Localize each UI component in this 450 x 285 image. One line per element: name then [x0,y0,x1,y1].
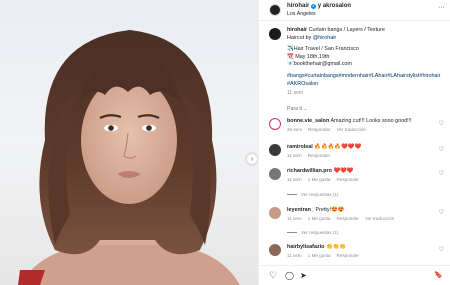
post-photo[interactable] [0,0,258,285]
commenter-avatar[interactable] [269,144,281,156]
comment: hairbylisafazio 👏👏👏 11 sem 1 Me gusta Resp… [269,244,447,264]
commenter-username[interactable]: ramiroleal [287,144,313,150]
portrait-image [18,30,240,285]
caption-line-3: ✈️Hair Travel / San Francisco [287,46,359,53]
comment-time: 11 sem [287,153,302,158]
comment: bonne.vie_salon Amazing cut!!! Looks soo… [269,118,447,138]
caption-line-5: 📧bookthehair@gmail.com [287,61,352,68]
like-comment-icon[interactable]: ♡ [439,209,444,216]
post-caption: hirohair Curtain bangs / Layers / Textur… [287,27,443,98]
like-comment-icon[interactable]: ♡ [439,246,444,253]
caption-avatar[interactable] [269,28,281,40]
caption-line-1: Curtain bangs / Layers / Texture [308,27,385,33]
more-options-icon[interactable]: ··· [438,4,445,11]
caption-time: 11 sem [287,90,304,97]
comment-text: 👏👏👏 [325,244,347,250]
author-username[interactable]: hirohair [287,3,309,9]
commenter-username[interactable]: hairbylisafazio [287,244,324,250]
next-photo-button[interactable]: › [246,153,258,165]
commenter-avatar[interactable] [269,168,281,180]
comment-text: Pretty!😍😍 [315,207,345,213]
view-replies-button[interactable]: Ver respuestas (1) [287,192,339,197]
caption-mention[interactable]: @hirohair [313,35,336,41]
commenter-avatar[interactable] [269,118,281,130]
caption-username[interactable]: hirohair [287,27,307,33]
like-comment-icon[interactable]: ♡ [439,146,444,153]
comment-time: 11 sem [287,177,302,182]
comment-text: ❤️❤️❤️ [333,168,354,174]
commenter-username[interactable]: bonne.vie_salon [287,118,329,124]
comment-icon[interactable]: ◯ [285,271,294,280]
author-avatar[interactable] [269,4,281,16]
comment: richardwillian.pro ❤️❤️❤️ 11 sem 1 Me gus… [269,168,447,188]
like-comment-icon[interactable]: ♡ [439,120,444,127]
like-comment-icon[interactable]: ♡ [439,170,444,177]
comment-text: 🔥🔥🔥🔥❤️❤️❤️ [314,144,362,150]
caption-line-4: 📆 May 18th,19th [287,53,330,60]
reply-button[interactable]: Responder [336,216,358,221]
post-location[interactable]: Los Ángeles [287,11,316,17]
translate-button[interactable]: Ver traducción [337,127,366,132]
comment-likes[interactable]: 1 Me gusta [308,253,331,258]
chevron-right-icon: › [250,155,254,163]
comment-time: 26 sem [287,127,303,132]
collaborator-username[interactable]: akrosalon [323,3,351,9]
comment-likes[interactable]: 1 Me gusta [308,177,331,182]
like-icon[interactable]: ♡ [269,271,277,280]
chevron-down-icon: ⌄ [303,106,308,112]
post-header: hirohair ✓ y akrosalon Los Ángeles ··· [259,0,450,21]
action-bar: ♡ ◯ ➤ 🔖 [259,265,450,285]
commenter-username[interactable]: leyentran_ [287,207,314,213]
reply-button[interactable]: Responder [308,127,330,132]
post-details-panel: hirohair ✓ y akrosalon Los Ángeles ··· h… [258,0,450,285]
caption-line-2: Haircut by [287,34,313,41]
translate-button[interactable]: Ver traducción [365,216,394,221]
reply-button[interactable]: Responder [308,153,330,158]
commenter-avatar[interactable] [269,244,281,256]
comment-text: Amazing cut!!! Looks sooo good!!! [330,118,412,124]
commenter-username[interactable]: richardwillian.pro [287,168,332,174]
caption-hashtags[interactable]: #bangs#curtainbangs#modernhair#LAhair#LA… [287,73,443,88]
reply-button[interactable]: Responder [336,177,358,182]
author-line[interactable]: hirohair ✓ y akrosalon [287,3,351,9]
comment-time: 11 sem [287,216,302,221]
view-replies-button[interactable]: Ver respuestas (1) [287,230,339,235]
verified-icon: ✓ [311,3,317,9]
para-ti-label: Para ti ⌄ [287,106,308,112]
share-icon[interactable]: ➤ [300,271,307,280]
comment-likes[interactable]: 1 Me gusta [308,216,331,221]
comment: leyentran_ Pretty!😍😍 11 sem 1 Me gusta Res… [269,207,447,227]
save-icon[interactable]: 🔖 [434,271,443,280]
comment: ramiroleal 🔥🔥🔥🔥❤️❤️❤️ 11 sem Responder ♡ [269,144,447,164]
reply-button[interactable]: Responder [336,253,358,258]
commenter-avatar[interactable] [269,207,281,219]
comment-time: 11 sem [287,253,302,258]
